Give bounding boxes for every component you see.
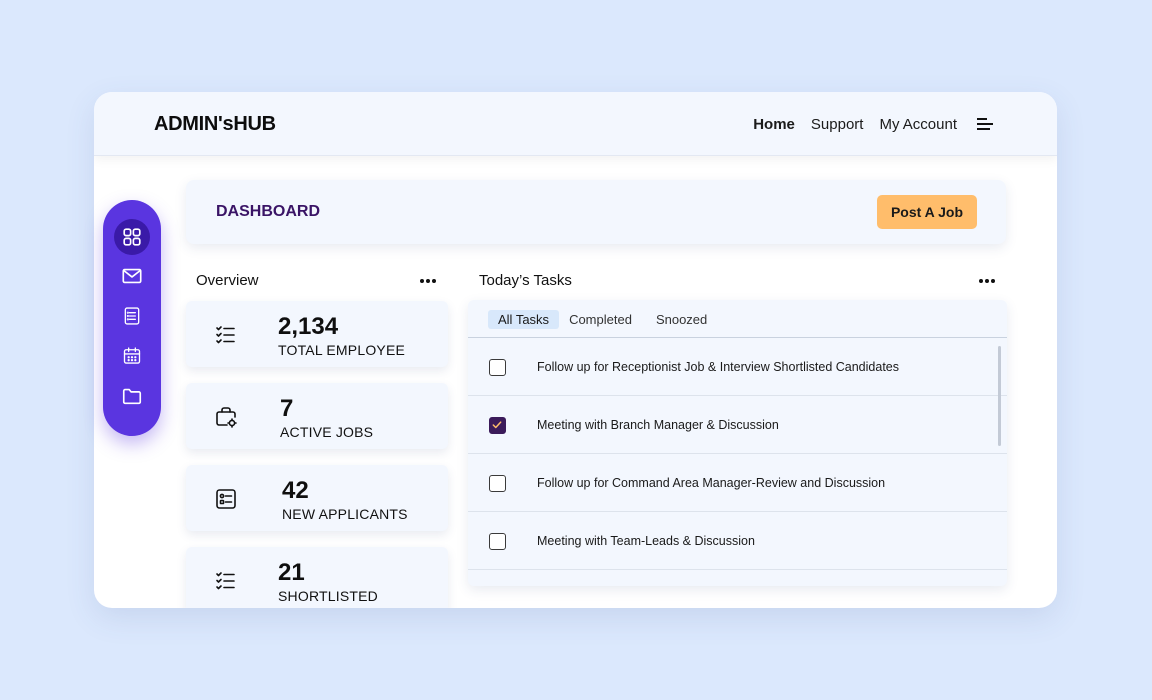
- stat-label: SHORTLISTED: [278, 588, 378, 604]
- tab-completed[interactable]: Completed: [563, 310, 642, 329]
- post-job-button[interactable]: Post A Job: [877, 195, 977, 229]
- checkmark-icon: [492, 421, 502, 429]
- menu-icon[interactable]: [977, 118, 993, 130]
- app-logo: ADMIN'sHUB: [154, 113, 276, 135]
- top-navbar: ADMIN'sHUB Home Support My Account: [94, 92, 1057, 156]
- sidebar-item-dashboard[interactable]: [114, 219, 150, 255]
- tasks-more-icon[interactable]: [978, 278, 996, 284]
- briefcase-gear-icon: [216, 407, 237, 428]
- nav-home[interactable]: Home: [753, 116, 795, 133]
- overview-label: Overview: [196, 272, 259, 289]
- sidebar-item-reports[interactable]: [114, 298, 150, 334]
- task-text: Meeting with Branch Manager & Discussion: [537, 418, 779, 432]
- task-checkbox[interactable]: [489, 475, 506, 492]
- folder-icon: [122, 388, 142, 405]
- stat-label: ACTIVE JOBS: [280, 424, 374, 440]
- checklist-icon: [216, 572, 235, 590]
- task-row: Meeting with Team-Leads & Discussion: [468, 512, 1007, 570]
- stat-value: 2,134: [278, 313, 339, 340]
- tasks-panel: All Tasks Completed Snoozed Follow up fo…: [468, 300, 1007, 586]
- receipt-list-icon: [124, 307, 140, 325]
- stat-label: TOTAL EMPLOYEE: [278, 342, 406, 358]
- task-checkbox[interactable]: [489, 417, 506, 434]
- stat-card-new-applicants[interactable]: 42 NEW APPLICANTS: [186, 465, 448, 531]
- stat-label: NEW APPLICANTS: [282, 506, 408, 522]
- sidebar-item-mail[interactable]: [114, 258, 150, 294]
- tab-all-tasks[interactable]: All Tasks: [488, 310, 560, 329]
- calendar-icon: [123, 347, 141, 364]
- stat-value: 21: [278, 559, 305, 586]
- task-checkbox[interactable]: [489, 359, 506, 376]
- dashboard-header: DASHBOARD Post A Job: [186, 180, 1006, 244]
- task-row: Follow up for Command Area Manager-Revie…: [468, 454, 1007, 512]
- dashboard-grid-icon: [123, 228, 141, 246]
- task-text: Follow up for Command Area Manager-Revie…: [537, 476, 886, 490]
- main-nav: Home Support My Account: [753, 116, 957, 133]
- tasks-label: Today’s Tasks: [479, 272, 572, 289]
- tab-snoozed[interactable]: Snoozed: [646, 310, 717, 329]
- task-tabs: All Tasks Completed Snoozed: [488, 310, 717, 329]
- sidebar-item-files[interactable]: [114, 378, 150, 414]
- stat-card-active-jobs[interactable]: 7 ACTIVE JOBS: [186, 383, 448, 449]
- overview-more-icon[interactable]: [419, 278, 437, 284]
- stat-value: 7: [280, 395, 294, 422]
- task-row: Follow up for Receptionist Job & Intervi…: [468, 338, 1007, 396]
- nav-my-account[interactable]: My Account: [879, 116, 957, 133]
- task-text: Meeting with Team-Leads & Discussion: [537, 534, 755, 548]
- nav-support[interactable]: Support: [811, 116, 864, 133]
- stat-value: 42: [282, 477, 309, 504]
- app-window: ADMIN'sHUB Home Support My Account DASHB…: [94, 92, 1057, 608]
- stat-card-shortlisted[interactable]: 21 SHORTLISTED: [186, 547, 448, 608]
- applicant-form-icon: [216, 489, 236, 509]
- page-title: DASHBOARD: [216, 203, 320, 220]
- mail-icon: [122, 268, 142, 284]
- scrollbar-thumb[interactable]: [998, 346, 1001, 446]
- stat-card-total-employee[interactable]: 2,134 TOTAL EMPLOYEE: [186, 301, 448, 367]
- sidebar-item-calendar[interactable]: [114, 338, 150, 374]
- checklist-icon: [216, 326, 235, 344]
- task-row: Meeting with Branch Manager & Discussion: [468, 396, 1007, 454]
- task-checkbox[interactable]: [489, 533, 506, 550]
- task-text: Follow up for Receptionist Job & Intervi…: [537, 360, 899, 374]
- sidebar: [103, 200, 161, 436]
